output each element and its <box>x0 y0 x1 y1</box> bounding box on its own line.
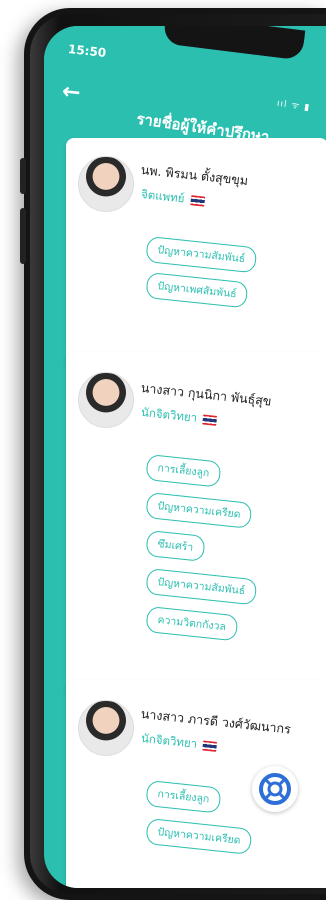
tag-chip[interactable]: การเลี้ยงลูก <box>145 780 222 814</box>
role-label: นักจิตวิทยา <box>140 730 198 751</box>
role-label: จิตแพทย์ <box>140 186 186 206</box>
avatar <box>78 372 134 428</box>
role-label: นักจิตวิทยา <box>140 404 198 425</box>
consultant-card[interactable]: นพ. พิรมน ตั้งสุขขุม จิตแพทย์ ปัญหาความส… <box>66 138 326 368</box>
tag-chip[interactable]: ปัญหาความสัมพันธ์ <box>145 236 258 274</box>
consultant-name: นพ. พิรมน ตั้งสุขขุม <box>140 161 249 189</box>
tag-chip[interactable]: ซึมเศร้า <box>145 530 206 562</box>
avatar <box>78 700 134 756</box>
avatar <box>78 156 134 212</box>
tag-chip[interactable]: ปัญหาความเครียด <box>145 492 253 529</box>
phone-side-button <box>20 158 26 194</box>
status-icons: ııl ᯤ ▮ <box>275 98 311 114</box>
consultant-card[interactable]: นางสาว กุนนิกา พันธุ์สุข นักจิตวิทยา การ… <box>66 352 326 696</box>
consultant-role: จิตแพทย์ <box>140 186 205 211</box>
app-screen: 15:50 ııl ᯤ ▮ ← รายชื่อผู้ให้คำปรึกษา นพ… <box>44 26 326 888</box>
phone-notch <box>162 26 306 61</box>
back-arrow-icon[interactable]: ← <box>61 79 82 106</box>
thai-flag-icon <box>189 194 205 207</box>
thai-flag-icon <box>202 413 218 426</box>
tag-chip[interactable]: การเลี้ยงลูก <box>145 454 222 488</box>
tag-chip[interactable]: ปัญหาความสัมพันธ์ <box>145 568 258 606</box>
lifebuoy-icon <box>259 773 291 805</box>
consultant-role: นักจิตวิทยา <box>140 404 218 430</box>
tag-chip[interactable]: ปัญหาความเครียด <box>145 818 253 855</box>
stage: 15:50 ııl ᯤ ▮ ← รายชื่อผู้ให้คำปรึกษา นพ… <box>0 0 326 900</box>
phone-side-button <box>20 208 26 264</box>
tag-chip[interactable]: ปัญหาเพศสัมพันธ์ <box>145 272 249 309</box>
thai-flag-icon <box>202 739 218 752</box>
status-time: 15:50 <box>67 42 107 60</box>
app-header: 15:50 ııl ᯤ ▮ ← รายชื่อผู้ให้คำปรึกษา <box>44 26 326 148</box>
help-fab-button[interactable] <box>252 766 298 812</box>
tag-chip[interactable]: ความวิตกกังวล <box>145 606 239 642</box>
consultant-role: นักจิตวิทยา <box>140 730 218 756</box>
